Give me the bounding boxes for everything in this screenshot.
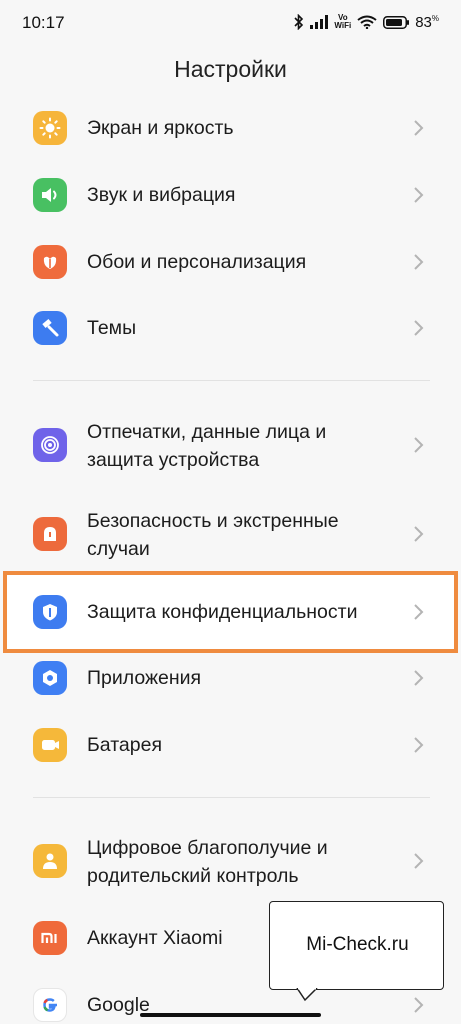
emergency-icon xyxy=(33,517,67,551)
chevron-right-icon xyxy=(414,853,424,869)
status-icons: Vo WiFi 83% xyxy=(294,12,439,32)
settings-item-privacy[interactable]: Защита конфиденциальности xyxy=(0,592,461,632)
signal-icon xyxy=(310,15,329,29)
section-divider xyxy=(33,797,430,798)
settings-item-label: Безопасность и экстренные случаи xyxy=(87,510,339,560)
sun-icon xyxy=(33,111,67,145)
settings-item-label: Темы xyxy=(87,317,137,339)
chevron-right-icon xyxy=(414,737,424,753)
settings-item-fingerprints[interactable]: Отпечатки, данные лица и защита устройст… xyxy=(0,416,461,474)
chevron-right-icon xyxy=(414,187,424,203)
settings-item-google[interactable]: Google xyxy=(0,985,461,1024)
status-bar: 10:17 Vo WiFi 83% xyxy=(0,0,461,44)
chevron-right-icon xyxy=(414,670,424,686)
battery-unit: % xyxy=(431,13,439,23)
settings-item-wellbeing[interactable]: Цифровое благополучие и родительский кон… xyxy=(0,832,461,890)
bluetooth-icon xyxy=(294,14,304,30)
settings-item-themes[interactable]: Темы xyxy=(0,308,461,348)
home-indicator[interactable] xyxy=(140,1013,321,1017)
settings-item-display[interactable]: Экран и яркость xyxy=(0,108,461,148)
settings-item-label: Цифровое благополучие и родительский кон… xyxy=(87,837,328,887)
wellbeing-icon xyxy=(33,844,67,878)
google-icon xyxy=(33,988,67,1022)
page-title: Настройки xyxy=(174,56,287,82)
flower-icon xyxy=(33,245,67,279)
settings-item-security[interactable]: Безопасность и экстренные случаи xyxy=(0,505,461,563)
xiaomi-icon xyxy=(33,921,67,955)
settings-item-label: Экран и яркость xyxy=(87,117,234,139)
settings-item-label: Аккаунт Xiaomi xyxy=(87,927,223,949)
privacy-shield-icon xyxy=(33,595,67,629)
status-time: 10:17 xyxy=(22,13,65,32)
settings-item-label: Батарея xyxy=(87,734,163,756)
chevron-right-icon xyxy=(414,120,424,136)
settings-item-apps[interactable]: Приложения xyxy=(0,658,461,698)
bubble-tail xyxy=(296,988,318,1002)
speaker-icon xyxy=(33,178,67,212)
vowifi-icon: Vo WiFi xyxy=(334,14,351,30)
chevron-right-icon xyxy=(414,604,424,620)
wifi-icon xyxy=(357,15,377,29)
chevron-right-icon xyxy=(414,997,424,1013)
settings-item-sound[interactable]: Звук и вибрация xyxy=(0,175,461,215)
battery-level: 83% xyxy=(415,14,439,31)
vowifi-wifi: WiFi xyxy=(334,21,352,30)
settings-item-label: Защита конфиденциальности xyxy=(87,601,358,623)
apps-icon xyxy=(33,661,67,695)
chevron-right-icon xyxy=(414,320,424,336)
battery-icon xyxy=(33,728,67,762)
watermark-text: Mi-Check.ru xyxy=(306,934,409,955)
settings-item-battery[interactable]: Батарея xyxy=(0,725,461,765)
chevron-right-icon xyxy=(414,254,424,270)
chevron-right-icon xyxy=(414,437,424,453)
chevron-right-icon xyxy=(414,526,424,542)
fingerprint-icon xyxy=(33,428,67,462)
section-divider xyxy=(33,380,430,381)
watermark-bubble: Mi-Check.ru xyxy=(269,901,444,990)
paintbrush-icon xyxy=(33,311,67,345)
settings-item-label: Звук и вибрация xyxy=(87,184,236,206)
settings-item-wallpaper[interactable]: Обои и персонализация xyxy=(0,242,461,282)
battery-value: 83 xyxy=(415,13,432,31)
battery-icon-status xyxy=(383,15,410,29)
settings-item-label: Обои и персонализация xyxy=(87,251,307,273)
settings-item-label: Приложения xyxy=(87,667,202,689)
settings-item-label: Отпечатки, данные лица и защита устройст… xyxy=(87,421,327,471)
